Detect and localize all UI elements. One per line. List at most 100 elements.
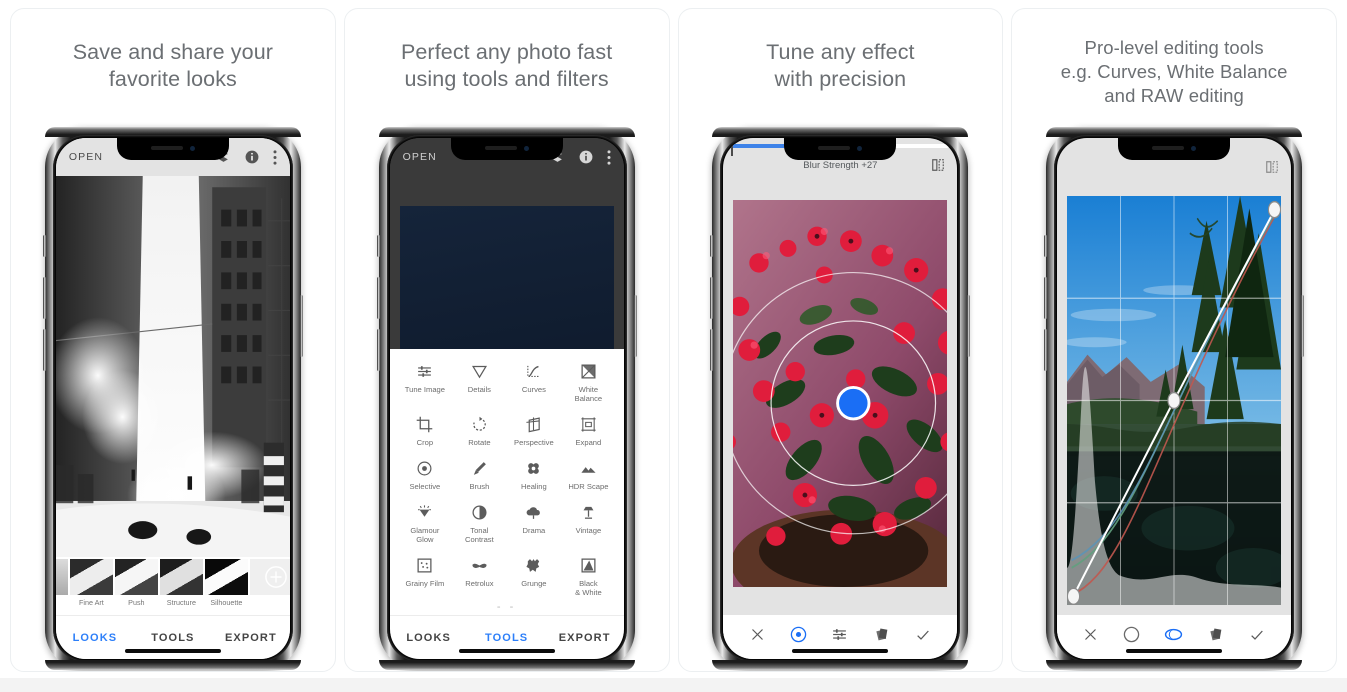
volume-down-button[interactable] [42, 329, 46, 371]
curve-point-white[interactable] [1268, 200, 1282, 219]
tool-grunge[interactable]: Grunge [507, 557, 562, 597]
look-thumb[interactable]: Structure [159, 559, 203, 607]
tool-expand[interactable]: Expand [561, 416, 616, 447]
tool-label: Grainy Film [405, 579, 445, 588]
mute-switch[interactable] [376, 235, 380, 257]
power-button[interactable] [633, 295, 637, 357]
tool-white-balance[interactable]: White Balance [561, 363, 616, 403]
thumb-partial[interactable] [55, 559, 68, 595]
compare-split-icon[interactable] [1265, 160, 1279, 179]
looks-thumbnail-strip[interactable]: Fine Art Push Structure Silhouette [55, 557, 290, 615]
curves-overlay[interactable] [1067, 196, 1282, 605]
tool-selective[interactable]: Selective [398, 460, 453, 491]
info-icon[interactable] [579, 150, 593, 164]
tab-looks[interactable]: LOOKS [56, 632, 134, 644]
look-thumb[interactable]: Fine Art [69, 559, 113, 607]
volume-down-button[interactable] [710, 329, 714, 371]
photo-canvas[interactable] [1057, 182, 1292, 609]
tool-grainy-film[interactable]: Grainy Film [398, 557, 453, 597]
tool-glamour-glow[interactable]: Glamour Glow [398, 504, 453, 544]
volume-up-button[interactable] [376, 277, 380, 319]
look-thumb-label: Fine Art [78, 598, 104, 607]
check-icon[interactable] [915, 627, 931, 648]
tool-tonal-contrast[interactable]: Tonal Contrast [452, 504, 507, 544]
mute-switch[interactable] [710, 235, 714, 257]
lens-blur-icon[interactable] [790, 626, 807, 648]
contrast-circle-icon[interactable] [1123, 626, 1140, 648]
tab-tools[interactable]: TOOLS [468, 632, 546, 644]
sliders-icon[interactable] [831, 626, 848, 648]
mute-switch[interactable] [42, 235, 46, 257]
card-row: Save and share your favorite looks OPEN … [0, 0, 1347, 672]
compare-split-icon[interactable] [931, 158, 945, 177]
power-button[interactable] [299, 295, 303, 357]
headline-line: and RAW editing [1104, 85, 1244, 106]
mute-switch[interactable] [1044, 235, 1048, 257]
add-look-button[interactable] [249, 559, 290, 595]
power-button[interactable] [967, 295, 971, 357]
lamp-icon [583, 506, 594, 519]
rotate-icon [473, 416, 486, 431]
tool-drama[interactable]: Drama [507, 504, 562, 544]
look-thumb[interactable]: Silhouette [204, 559, 248, 607]
white-balance-icon [581, 364, 596, 379]
eye-icon[interactable] [1164, 625, 1183, 649]
tool-healing[interactable]: Healing [507, 460, 562, 491]
front-camera [1191, 145, 1197, 151]
curve-point-black[interactable] [1067, 587, 1081, 605]
tool-label: Crop [416, 438, 434, 447]
tool-vintage[interactable]: Vintage [561, 504, 616, 544]
tool-hdr-scape[interactable]: HDR Scape [561, 460, 616, 491]
photo-canvas[interactable] [723, 186, 958, 593]
overflow-menu-icon[interactable] [607, 149, 611, 165]
photo-canvas[interactable] [55, 176, 290, 557]
stack-layers-icon[interactable] [873, 626, 890, 648]
front-camera [523, 145, 529, 151]
home-indicator [458, 649, 555, 653]
volume-up-button[interactable] [710, 277, 714, 319]
tool-black-white[interactable]: Black & White [561, 557, 616, 597]
tab-export[interactable]: EXPORT [212, 632, 290, 644]
sliders-icon [418, 366, 432, 377]
open-button[interactable]: OPEN [69, 151, 103, 163]
check-icon[interactable] [1249, 627, 1265, 648]
headline-line: Pro-level editing tools [1084, 37, 1264, 58]
volume-up-button[interactable] [1044, 277, 1048, 319]
stack-layers-icon[interactable] [1207, 626, 1224, 648]
tool-curves[interactable]: Curves [507, 363, 562, 403]
effect-slider-thumb[interactable] [731, 142, 733, 156]
photo-bw-city [55, 176, 290, 557]
tool-details[interactable]: Details [452, 363, 507, 403]
info-icon[interactable] [245, 150, 259, 164]
tool-perspective[interactable]: Perspective [507, 416, 562, 447]
home-indicator [1126, 649, 1223, 653]
speaker-grille [484, 146, 517, 150]
tab-tools[interactable]: TOOLS [134, 632, 212, 644]
close-icon[interactable] [1083, 627, 1098, 647]
page-bottom-strip [0, 678, 1347, 692]
look-thumb-image [204, 559, 248, 595]
mountain-icon [581, 467, 596, 473]
tool-tune-image[interactable]: Tune Image [398, 363, 453, 403]
photo-red-flowers [733, 200, 948, 587]
tab-export[interactable]: EXPORT [546, 632, 624, 644]
tool-brush[interactable]: Brush [452, 460, 507, 491]
tool-label: HDR Scape [568, 482, 609, 491]
black-white-icon [581, 558, 596, 573]
look-thumb[interactable]: Push [114, 559, 158, 607]
overflow-menu-icon[interactable] [273, 149, 277, 165]
tab-looks[interactable]: LOOKS [390, 632, 468, 644]
glamour-glow-icon [418, 505, 432, 517]
volume-up-button[interactable] [42, 277, 46, 319]
close-icon[interactable] [750, 627, 765, 647]
volume-down-button[interactable] [1044, 329, 1048, 371]
card-headline: Perfect any photo fast using tools and f… [345, 9, 669, 93]
card-headline: Save and share your favorite looks [11, 9, 335, 93]
tool-rotate[interactable]: Rotate [452, 416, 507, 447]
volume-down-button[interactable] [376, 329, 380, 371]
open-button[interactable]: OPEN [403, 151, 437, 163]
tool-crop[interactable]: Crop [398, 416, 453, 447]
power-button[interactable] [1301, 295, 1305, 357]
curve-point-mid[interactable] [1167, 391, 1181, 410]
tool-retrolux[interactable]: Retrolux [452, 557, 507, 597]
